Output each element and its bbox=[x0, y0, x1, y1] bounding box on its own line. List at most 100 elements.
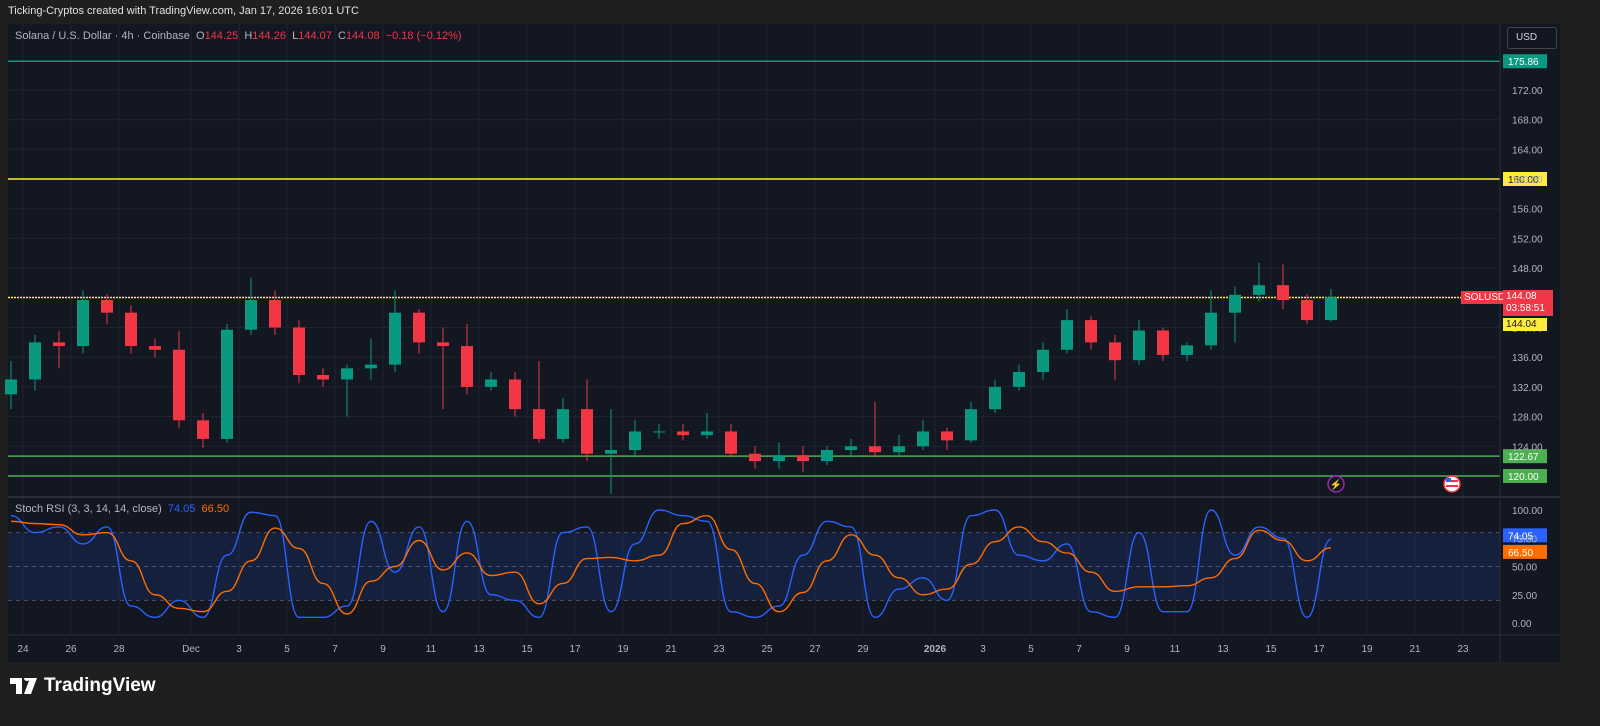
candle-body bbox=[269, 300, 281, 328]
candle-body bbox=[1013, 372, 1025, 387]
candle-body bbox=[629, 431, 641, 451]
candle-body bbox=[773, 455, 785, 462]
open-label: O bbox=[196, 30, 205, 42]
tradingview-logo-icon bbox=[10, 678, 37, 694]
candle-body bbox=[1301, 300, 1313, 321]
candle-body bbox=[413, 312, 425, 343]
symbol-price-tag: SOLUSD bbox=[1461, 291, 1509, 304]
price-tick-label: 124.00 bbox=[1512, 442, 1543, 453]
time-tick-label: 13 bbox=[473, 644, 485, 655]
price-tick-label: 164.00 bbox=[1512, 145, 1543, 156]
price-tick-label: 172.00 bbox=[1512, 86, 1543, 97]
time-tick-label: 5 bbox=[284, 644, 290, 655]
candle-body bbox=[1229, 294, 1241, 313]
candle-body bbox=[5, 379, 17, 395]
candle-body bbox=[797, 455, 809, 462]
price-tick-label: 128.00 bbox=[1512, 413, 1543, 424]
candle-body bbox=[965, 409, 977, 441]
stoch-rsi-title[interactable]: Stoch RSI (3, 3, 14, 14, close) bbox=[15, 503, 162, 515]
candle-body bbox=[869, 446, 881, 453]
candle-body bbox=[989, 386, 1001, 410]
time-tick-label: 5 bbox=[1028, 644, 1034, 655]
candle-body bbox=[245, 300, 257, 330]
candle-body bbox=[317, 375, 329, 380]
tradingview-logo[interactable]: TradingView bbox=[10, 675, 156, 697]
candle-body bbox=[221, 329, 233, 439]
candle-body bbox=[149, 346, 161, 350]
time-tick-label: 19 bbox=[617, 644, 629, 655]
candle-body bbox=[77, 300, 89, 347]
price-tick-label: 132.00 bbox=[1512, 383, 1543, 394]
time-tick-label: 29 bbox=[857, 644, 869, 655]
price-chart[interactable]: 175.86 160.00 122.67 120.00 74.05 66.50 124.… bbox=[0, 0, 1600, 726]
candle-body bbox=[485, 379, 497, 387]
us-flag-event-icon[interactable] bbox=[1443, 475, 1461, 493]
time-tick-label: 13 bbox=[1217, 644, 1229, 655]
stoch-rsi-legend: Stoch RSI (3, 3, 14, 14, close) 74.05 66… bbox=[15, 503, 229, 515]
symbol-title[interactable]: Solana / U.S. Dollar · 4h · Coinbase bbox=[15, 30, 190, 42]
candle-body bbox=[461, 346, 473, 387]
time-tick-label: 11 bbox=[426, 644, 437, 655]
price-tick-label: 156.00 bbox=[1512, 205, 1543, 216]
candle-body bbox=[701, 431, 713, 436]
candle-body bbox=[125, 312, 137, 347]
candle-body bbox=[581, 409, 593, 454]
candle-body bbox=[1037, 349, 1049, 373]
candle-body bbox=[509, 379, 521, 410]
time-tick-label: 11 bbox=[1170, 644, 1181, 655]
candle-body bbox=[1109, 342, 1121, 361]
candle-body bbox=[1085, 320, 1097, 343]
change-value: −0.18 (−0.12%) bbox=[385, 30, 462, 42]
low-value: 144.07 bbox=[298, 30, 332, 42]
time-tick-label: 9 bbox=[380, 644, 386, 655]
stoch-k-value: 74.05 bbox=[167, 503, 196, 515]
price-tick-label: 148.00 bbox=[1512, 264, 1543, 275]
candle-body bbox=[197, 420, 209, 439]
stoch-tick-label: 0.00 bbox=[1512, 619, 1532, 630]
candle-body bbox=[29, 342, 41, 380]
candle-body bbox=[173, 349, 185, 421]
time-tick-label: 9 bbox=[1124, 644, 1130, 655]
stoch-d-tag-label: 66.50 bbox=[1508, 548, 1533, 559]
symbol-legend: Solana / U.S. Dollar · 4h · Coinbase O 14… bbox=[15, 30, 462, 42]
candle-body bbox=[365, 364, 377, 369]
logo-text: TradingView bbox=[44, 675, 156, 696]
candle-body bbox=[1061, 320, 1073, 350]
level-label: 175.86 bbox=[1508, 57, 1539, 68]
time-tick-label: 23 bbox=[713, 644, 725, 655]
candle-body bbox=[53, 342, 65, 347]
candle-body bbox=[1205, 312, 1217, 346]
candle-body bbox=[101, 300, 113, 313]
time-tick-label: 17 bbox=[569, 644, 581, 655]
time-tick-label: 21 bbox=[665, 644, 677, 655]
level-label: 122.67 bbox=[1508, 452, 1539, 463]
candle-body bbox=[341, 368, 353, 380]
lightning-event-icon[interactable]: ⚡ bbox=[1327, 475, 1345, 493]
time-tick-label: 15 bbox=[1265, 644, 1277, 655]
stoch-tick-label: 75.00 bbox=[1512, 534, 1537, 545]
candle-body bbox=[941, 431, 953, 441]
candle-body bbox=[437, 342, 449, 347]
time-tick-label: 24 bbox=[17, 644, 29, 655]
time-tick-label: 17 bbox=[1313, 644, 1325, 655]
time-tick-label: 23 bbox=[1457, 644, 1469, 655]
candle-body bbox=[845, 446, 857, 451]
candle-body bbox=[1277, 285, 1289, 301]
time-tick-label: 7 bbox=[1076, 644, 1082, 655]
candle-body bbox=[893, 446, 905, 453]
candle-body bbox=[821, 450, 833, 462]
price-tick-label: 160.00 bbox=[1512, 175, 1543, 186]
price-tick-label: 152.00 bbox=[1512, 234, 1543, 245]
level-label: 120.00 bbox=[1508, 472, 1539, 483]
time-tick-label: 21 bbox=[1409, 644, 1421, 655]
stoch-tick-label: 50.00 bbox=[1512, 563, 1537, 574]
candle-body bbox=[293, 327, 305, 376]
currency-button[interactable]: USD bbox=[1507, 27, 1557, 49]
time-tick-label: 28 bbox=[113, 644, 125, 655]
time-tick-label: 7 bbox=[332, 644, 338, 655]
last-price: 144.08 bbox=[1506, 291, 1537, 302]
candle-body bbox=[557, 409, 569, 439]
stoch-tick-label: 25.00 bbox=[1512, 591, 1537, 602]
candle-body bbox=[605, 450, 617, 454]
time-tick-label: 19 bbox=[1361, 644, 1373, 655]
